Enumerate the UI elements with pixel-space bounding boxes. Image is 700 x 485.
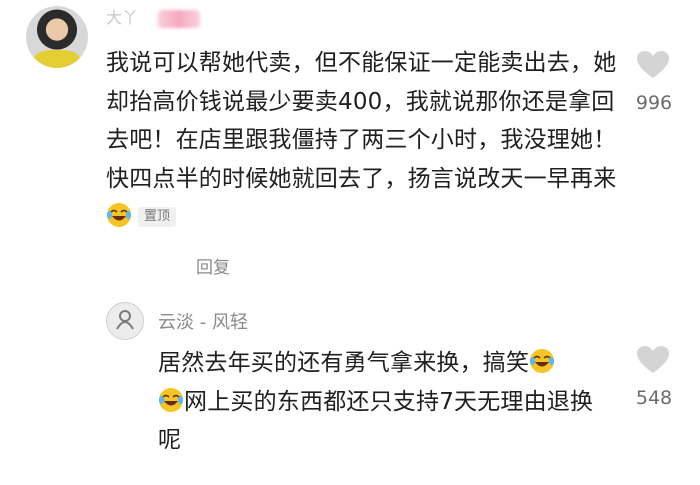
reply-button[interactable]: 回复 xyxy=(196,253,230,278)
like-heart-icon[interactable] xyxy=(636,50,670,80)
pinned-badge: 置顶 xyxy=(138,207,177,227)
username-blur-mask xyxy=(158,9,201,28)
laughing-tears-icon xyxy=(530,349,555,373)
reply-avatar-image xyxy=(107,303,143,339)
commenter-username[interactable]: 大丫 xyxy=(106,8,206,28)
reply-body: 居然去年买的还有勇气拿来换，搞笑 网上买的东西都还只支持7天无理由退换呢 xyxy=(158,344,608,460)
reply-username[interactable]: 云淡 - 风轻 xyxy=(158,308,248,334)
username-text: 大丫 xyxy=(106,8,139,27)
reply-text-line1: 居然去年买的还有勇气拿来换，搞笑 xyxy=(158,350,530,376)
comment-text: 我说可以帮她代卖，但不能保证一定能卖出去，她却抬高价钱说最少要卖400，我就说那… xyxy=(106,50,617,192)
like-count: 996 xyxy=(635,92,673,114)
like-heart-icon[interactable] xyxy=(636,345,670,375)
commenter-avatar[interactable] xyxy=(26,6,88,68)
laughing-tears-icon xyxy=(158,387,184,412)
reply-avatar[interactable] xyxy=(106,302,144,340)
laughing-tears-icon xyxy=(106,203,132,227)
cut-off-reply-button[interactable] xyxy=(248,474,288,485)
reply-text-line2: 网上买的东西都还只支持7天无理由退换呢 xyxy=(158,388,594,454)
comment-body: 我说可以帮她代卖，但不能保证一定能卖出去，她却抬高价钱说最少要卖400，我就说那… xyxy=(106,44,626,237)
like-count: 548 xyxy=(635,387,673,409)
